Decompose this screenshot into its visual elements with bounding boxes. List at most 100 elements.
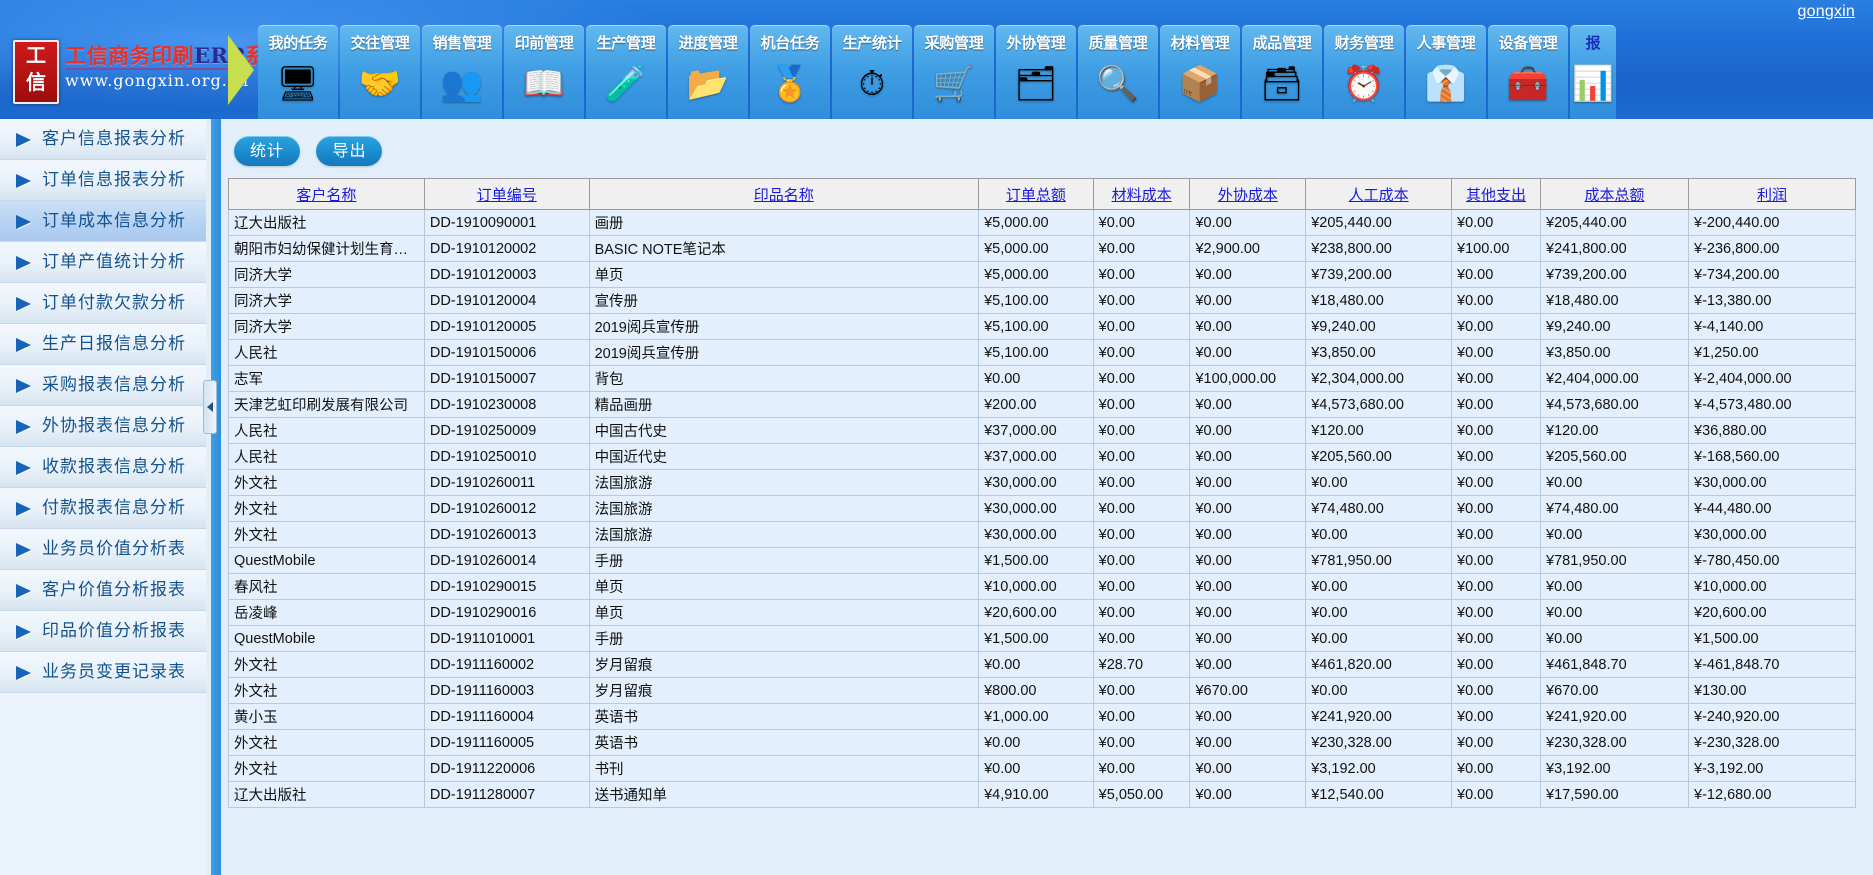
sidebar-item-5[interactable]: 生产日报信息分析 (0, 324, 206, 365)
cell-5: ¥0.00 (1190, 210, 1306, 236)
table-row[interactable]: 外文社DD-1910260011法国旅游¥30,000.00¥0.00¥0.00… (229, 470, 1856, 496)
cell-9: ¥30,000.00 (1689, 470, 1856, 496)
cell-2: 画册 (589, 210, 979, 236)
nav-item-4[interactable]: 生产管理🧪 (586, 25, 666, 119)
nav-item-15[interactable]: 设备管理🧰 (1488, 25, 1568, 119)
sidebar-item-10[interactable]: 业务员价值分析表 (0, 529, 206, 570)
sidebar-item-label: 订单产值统计分析 (42, 242, 186, 282)
table-row[interactable]: 外文社DD-1911160002岁月留痕¥0.00¥28.70¥0.00¥461… (229, 652, 1856, 678)
cell-1: DD-1911160004 (424, 704, 589, 730)
cell-1: DD-1910150007 (424, 366, 589, 392)
column-sort-link[interactable]: 印品名称 (754, 187, 814, 204)
table-row[interactable]: 人民社DD-1910250010中国近代史¥37,000.00¥0.00¥0.0… (229, 444, 1856, 470)
column-sort-link[interactable]: 人工成本 (1349, 187, 1409, 204)
column-header-4: 材料成本 (1093, 179, 1190, 210)
table-row[interactable]: 同济大学DD-19101200052019阅兵宣传册¥5,100.00¥0.00… (229, 314, 1856, 340)
table-row[interactable]: 辽大出版社DD-1911280007送书通知单¥4,910.00¥5,050.0… (229, 782, 1856, 808)
nav-item-16[interactable]: 报📊 (1570, 25, 1616, 119)
sidebar-item-9[interactable]: 付款报表信息分析 (0, 488, 206, 529)
column-sort-link[interactable]: 利润 (1757, 187, 1787, 204)
table-row[interactable]: QuestMobileDD-1910260014手册¥1,500.00¥0.00… (229, 548, 1856, 574)
chevron-right-icon (16, 584, 31, 598)
table-row[interactable]: 黄小玉DD-1911160004英语书¥1,000.00¥0.00¥0.00¥2… (229, 704, 1856, 730)
cell-7: ¥0.00 (1452, 782, 1541, 808)
table-row[interactable]: 人民社DD-19101500062019阅兵宣传册¥5,100.00¥0.00¥… (229, 340, 1856, 366)
cell-5: ¥0.00 (1190, 496, 1306, 522)
nav-item-13[interactable]: 财务管理⏰ (1324, 25, 1404, 119)
column-sort-link[interactable]: 订单总额 (1006, 187, 1066, 204)
table-row[interactable]: 同济大学DD-1910120004宣传册¥5,100.00¥0.00¥0.00¥… (229, 288, 1856, 314)
sidebar-item-1[interactable]: 订单信息报表分析 (0, 160, 206, 201)
nav-item-5[interactable]: 进度管理📂 (668, 25, 748, 119)
nav-item-1[interactable]: 交往管理🤝 (340, 25, 420, 119)
nav-item-6[interactable]: 机台任务🏅 (750, 25, 830, 119)
table-row[interactable]: 辽大出版社DD-1910090001画册¥5,000.00¥0.00¥0.00¥… (229, 210, 1856, 236)
nav-item-7[interactable]: 生产统计⏱ (832, 25, 912, 119)
nav-item-10[interactable]: 质量管理🔍 (1078, 25, 1158, 119)
cell-5: ¥0.00 (1190, 704, 1306, 730)
cell-8: ¥4,573,680.00 (1541, 392, 1689, 418)
sidebar-item-2[interactable]: 订单成本信息分析 (0, 201, 206, 242)
nav-item-8[interactable]: 采购管理🛒 (914, 25, 994, 119)
sidebar-item-7[interactable]: 外协报表信息分析 (0, 406, 206, 447)
cell-7: ¥0.00 (1452, 444, 1541, 470)
column-sort-link[interactable]: 订单编号 (477, 187, 537, 204)
table-row[interactable]: 外文社DD-1910260012法国旅游¥30,000.00¥0.00¥0.00… (229, 496, 1856, 522)
cell-2: 手册 (589, 548, 979, 574)
table-row[interactable]: 人民社DD-1910250009中国古代史¥37,000.00¥0.00¥0.0… (229, 418, 1856, 444)
sidebar-item-12[interactable]: 印品价值分析报表 (0, 611, 206, 652)
sidebar-item-11[interactable]: 客户价值分析报表 (0, 570, 206, 611)
cell-5: ¥0.00 (1190, 418, 1306, 444)
cell-2: 背包 (589, 366, 979, 392)
cell-8: ¥205,560.00 (1541, 444, 1689, 470)
logo-divider (65, 68, 250, 70)
sidebar-item-6[interactable]: 采购报表信息分析 (0, 365, 206, 406)
sidebar-item-3[interactable]: 订单产值统计分析 (0, 242, 206, 283)
sidebar-item-13[interactable]: 业务员变更记录表 (0, 652, 206, 693)
nav-item-3[interactable]: 印前管理📖 (504, 25, 584, 119)
table-row[interactable]: 外文社DD-1910260013法国旅游¥30,000.00¥0.00¥0.00… (229, 522, 1856, 548)
column-sort-link[interactable]: 外协成本 (1218, 187, 1278, 204)
nav-item-9[interactable]: 外协管理🗂 (996, 25, 1076, 119)
column-sort-link[interactable]: 客户名称 (296, 187, 356, 204)
table-row[interactable]: QuestMobileDD-1911010001手册¥1,500.00¥0.00… (229, 626, 1856, 652)
cell-8: ¥0.00 (1541, 522, 1689, 548)
table-row[interactable]: 外文社DD-1911220006书刊¥0.00¥0.00¥0.00¥3,192.… (229, 756, 1856, 782)
cell-4: ¥0.00 (1093, 548, 1190, 574)
nav-item-2[interactable]: 销售管理👥 (422, 25, 502, 119)
cell-6: ¥12,540.00 (1306, 782, 1452, 808)
cell-6: ¥461,820.00 (1306, 652, 1452, 678)
cell-3: ¥5,000.00 (979, 210, 1094, 236)
cell-9: ¥-4,573,480.00 (1689, 392, 1856, 418)
table-row[interactable]: 外文社DD-1911160005英语书¥0.00¥0.00¥0.00¥230,3… (229, 730, 1856, 756)
cell-8: ¥0.00 (1541, 470, 1689, 496)
user-account-link[interactable]: gongxin (1798, 3, 1855, 21)
column-sort-link[interactable]: 材料成本 (1112, 187, 1172, 204)
cell-1: DD-1910260012 (424, 496, 589, 522)
cell-4: ¥0.00 (1093, 756, 1190, 782)
sidebar-item-4[interactable]: 订单付款欠款分析 (0, 283, 206, 324)
nav-item-12[interactable]: 成品管理🗃 (1242, 25, 1322, 119)
table-row[interactable]: 天津艺虹印刷发展有限公司DD-1910230008精品画册¥200.00¥0.0… (229, 392, 1856, 418)
nav-item-0[interactable]: 我的任务🖥 (258, 25, 338, 119)
table-row[interactable]: 志军DD-1910150007背包¥0.00¥0.00¥100,000.00¥2… (229, 366, 1856, 392)
statistics-button[interactable]: 统计 (234, 136, 300, 166)
column-sort-link[interactable]: 成本总额 (1585, 187, 1645, 204)
table-row[interactable]: 朝阳市妇幼保健计划生育中心DD-1910120002BASIC NOTE笔记本¥… (229, 236, 1856, 262)
sidebar-item-8[interactable]: 收款报表信息分析 (0, 447, 206, 488)
nav-item-14[interactable]: 人事管理👔 (1406, 25, 1486, 119)
column-sort-link[interactable]: 其他支出 (1466, 187, 1526, 204)
nav-item-11[interactable]: 材料管理📦 (1160, 25, 1240, 119)
sidebar-item-0[interactable]: 客户信息报表分析 (0, 119, 206, 160)
table-row[interactable]: 同济大学DD-1910120003单页¥5,000.00¥0.00¥0.00¥7… (229, 262, 1856, 288)
chevron-right-icon (16, 215, 31, 229)
table-row[interactable]: 岳凌峰DD-1910290016单页¥20,600.00¥0.00¥0.00¥0… (229, 600, 1856, 626)
table-row[interactable]: 春风社DD-1910290015单页¥10,000.00¥0.00¥0.00¥0… (229, 574, 1856, 600)
sidebar-collapse-handle[interactable] (203, 380, 217, 434)
table-row[interactable]: 外文社DD-1911160003岁月留痕¥800.00¥0.00¥670.00¥… (229, 678, 1856, 704)
export-button[interactable]: 导出 (316, 136, 382, 166)
cell-4: ¥0.00 (1093, 522, 1190, 548)
cell-2: 单页 (589, 574, 979, 600)
cell-1: DD-1910290016 (424, 600, 589, 626)
cell-7: ¥0.00 (1452, 496, 1541, 522)
